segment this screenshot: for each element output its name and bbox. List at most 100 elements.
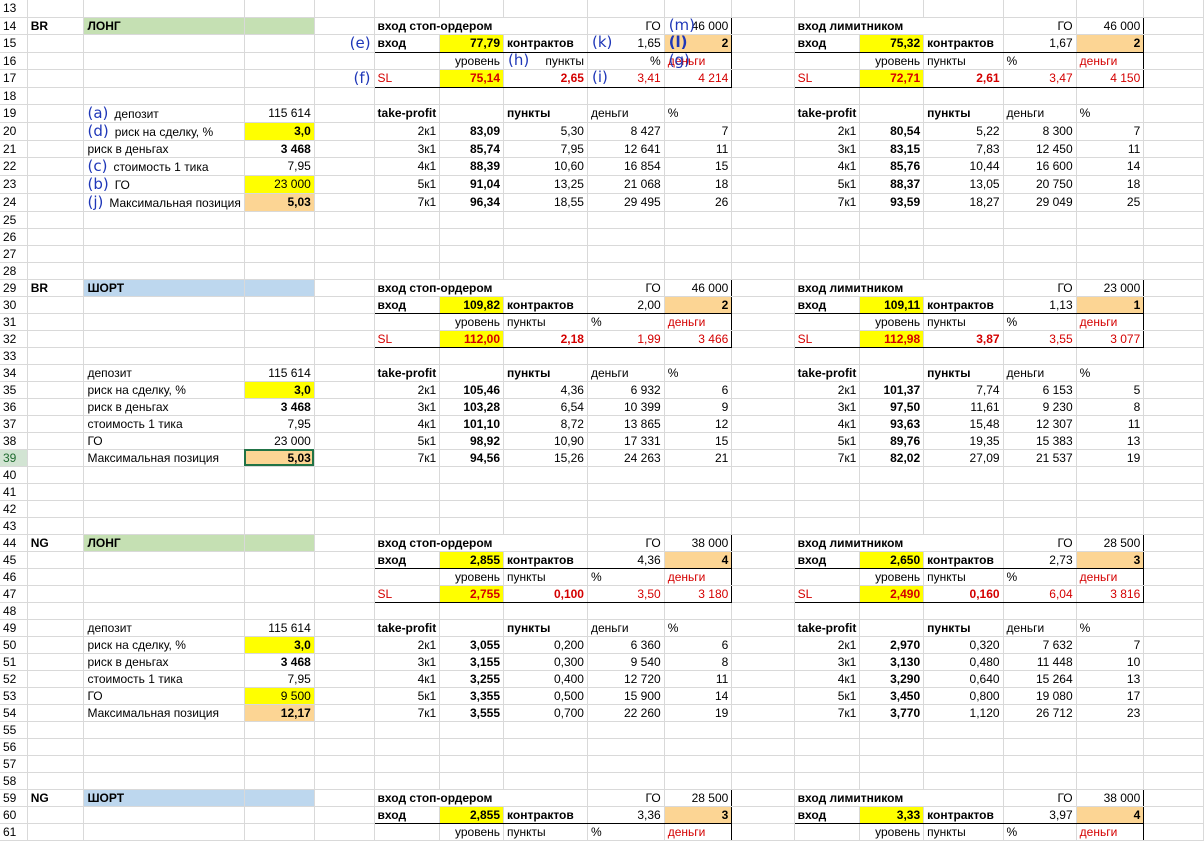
sheet-cell[interactable]: % (1003, 823, 1077, 841)
sheet-cell[interactable]: 0,640 (923, 670, 1004, 688)
empty-cell[interactable] (1143, 279, 1204, 297)
sheet-cell[interactable]: уровень (439, 823, 505, 841)
sheet-cell[interactable]: 11 448 (1003, 653, 1077, 671)
empty-cell[interactable] (439, 721, 505, 739)
empty-cell[interactable] (314, 140, 375, 158)
sheet-cell[interactable] (373, 568, 441, 586)
sheet-cell[interactable]: 115 614 (244, 619, 315, 637)
empty-cell[interactable] (587, 347, 665, 365)
sheet-cell[interactable]: 12 (664, 415, 733, 433)
empty-cell[interactable] (731, 211, 795, 229)
empty-cell[interactable] (923, 500, 1004, 518)
empty-cell[interactable] (859, 483, 925, 501)
empty-cell[interactable] (1143, 330, 1204, 348)
empty-cell[interactable] (244, 69, 315, 88)
empty-cell[interactable] (314, 738, 375, 756)
sheet-cell[interactable]: % (1076, 619, 1145, 637)
row-header[interactable]: 36 (0, 398, 28, 416)
empty-cell[interactable] (314, 330, 375, 348)
empty-cell[interactable] (374, 738, 441, 756)
empty-cell[interactable] (503, 262, 588, 280)
empty-cell[interactable] (587, 262, 665, 280)
sheet-cell[interactable]: Максимальная позиция (83, 449, 245, 467)
empty-cell[interactable] (83, 806, 245, 824)
sheet-cell[interactable] (244, 17, 315, 35)
empty-cell[interactable] (731, 140, 795, 158)
empty-cell[interactable] (503, 500, 588, 518)
empty-cell[interactable] (314, 704, 375, 722)
empty-cell[interactable] (859, 738, 925, 756)
sheet-cell[interactable]: 0,100 (503, 585, 588, 603)
empty-cell[interactable] (1143, 568, 1204, 586)
empty-cell[interactable] (1143, 34, 1204, 53)
empty-cell[interactable] (439, 483, 505, 501)
empty-cell[interactable] (314, 175, 375, 194)
empty-cell[interactable] (503, 211, 588, 229)
empty-cell[interactable] (27, 34, 85, 53)
sheet-cell[interactable]: пункты (503, 823, 588, 841)
empty-cell[interactable] (587, 517, 665, 535)
empty-cell[interactable] (314, 449, 375, 467)
sheet-cell[interactable]: 2,61 (923, 69, 1004, 88)
sheet-cell[interactable] (373, 52, 441, 70)
empty-cell[interactable] (83, 0, 245, 18)
sheet-cell[interactable]: 2,855 (439, 550, 505, 569)
sheet-cell[interactable]: 3,50 (587, 585, 665, 603)
empty-cell[interactable] (859, 755, 925, 773)
empty-cell[interactable] (1143, 619, 1204, 637)
sheet-cell[interactable]: вход лимитником (793, 533, 1004, 552)
sheet-cell[interactable] (793, 313, 861, 331)
empty-cell[interactable] (1143, 69, 1204, 88)
sheet-cell[interactable]: % (664, 364, 733, 382)
sheet-cell[interactable]: 8 300 (1003, 122, 1077, 141)
empty-cell[interactable] (83, 211, 245, 229)
sheet-cell[interactable]: 12,17 (244, 704, 315, 722)
empty-cell[interactable] (27, 157, 85, 176)
row-header[interactable]: 24 (0, 193, 28, 212)
sheet-cell[interactable]: 88,39 (439, 157, 505, 176)
empty-cell[interactable] (859, 347, 925, 365)
sheet-cell[interactable]: 0,160 (923, 585, 1004, 603)
sheet-cell[interactable]: депозит (83, 364, 245, 382)
empty-cell[interactable] (374, 87, 441, 105)
sheet-cell[interactable]: вход (373, 295, 441, 314)
sheet-cell[interactable]: деньги (587, 104, 665, 123)
empty-cell[interactable] (859, 262, 925, 280)
sheet-cell[interactable]: 10,90 (503, 432, 588, 450)
empty-cell[interactable] (731, 228, 795, 246)
empty-cell[interactable] (1143, 122, 1204, 141)
empty-cell[interactable] (1143, 670, 1204, 688)
sheet-cell[interactable]: 103,28 (439, 398, 505, 416)
empty-cell[interactable] (1143, 500, 1204, 518)
sheet-cell[interactable]: контрактов (923, 805, 1004, 824)
sheet-cell[interactable]: деньги (1076, 568, 1145, 586)
empty-cell[interactable] (27, 87, 85, 105)
sheet-cell[interactable]: (h) пункты (503, 52, 588, 70)
sheet-cell[interactable]: ГО (586, 16, 665, 35)
empty-cell[interactable] (587, 602, 665, 620)
empty-cell[interactable] (244, 330, 315, 348)
row-header[interactable]: 56 (0, 738, 28, 756)
empty-cell[interactable] (374, 262, 441, 280)
sheet-cell[interactable]: % (587, 52, 665, 70)
empty-cell[interactable] (731, 534, 795, 552)
empty-cell[interactable] (1143, 228, 1204, 246)
sheet-cell[interactable]: BR (27, 279, 85, 297)
empty-cell[interactable] (27, 466, 85, 484)
sheet-cell[interactable]: 15 (664, 432, 733, 450)
empty-cell[interactable] (1143, 193, 1204, 212)
empty-cell[interactable] (503, 466, 588, 484)
sheet-cell[interactable]: 3,36 (587, 805, 665, 824)
sheet-cell[interactable]: 13 865 (587, 415, 665, 433)
sheet-cell[interactable]: 16 600 (1003, 157, 1077, 176)
sheet-cell[interactable]: риск на сделку, % (83, 381, 245, 399)
empty-cell[interactable] (923, 87, 1004, 105)
empty-cell[interactable] (731, 104, 795, 123)
empty-cell[interactable] (1003, 772, 1077, 790)
row-header[interactable]: 27 (0, 245, 28, 263)
empty-cell[interactable] (859, 104, 925, 123)
empty-cell[interactable] (314, 262, 375, 280)
empty-cell[interactable] (439, 364, 505, 382)
sheet-cell[interactable]: 14 (1076, 157, 1145, 176)
empty-cell[interactable] (664, 721, 733, 739)
